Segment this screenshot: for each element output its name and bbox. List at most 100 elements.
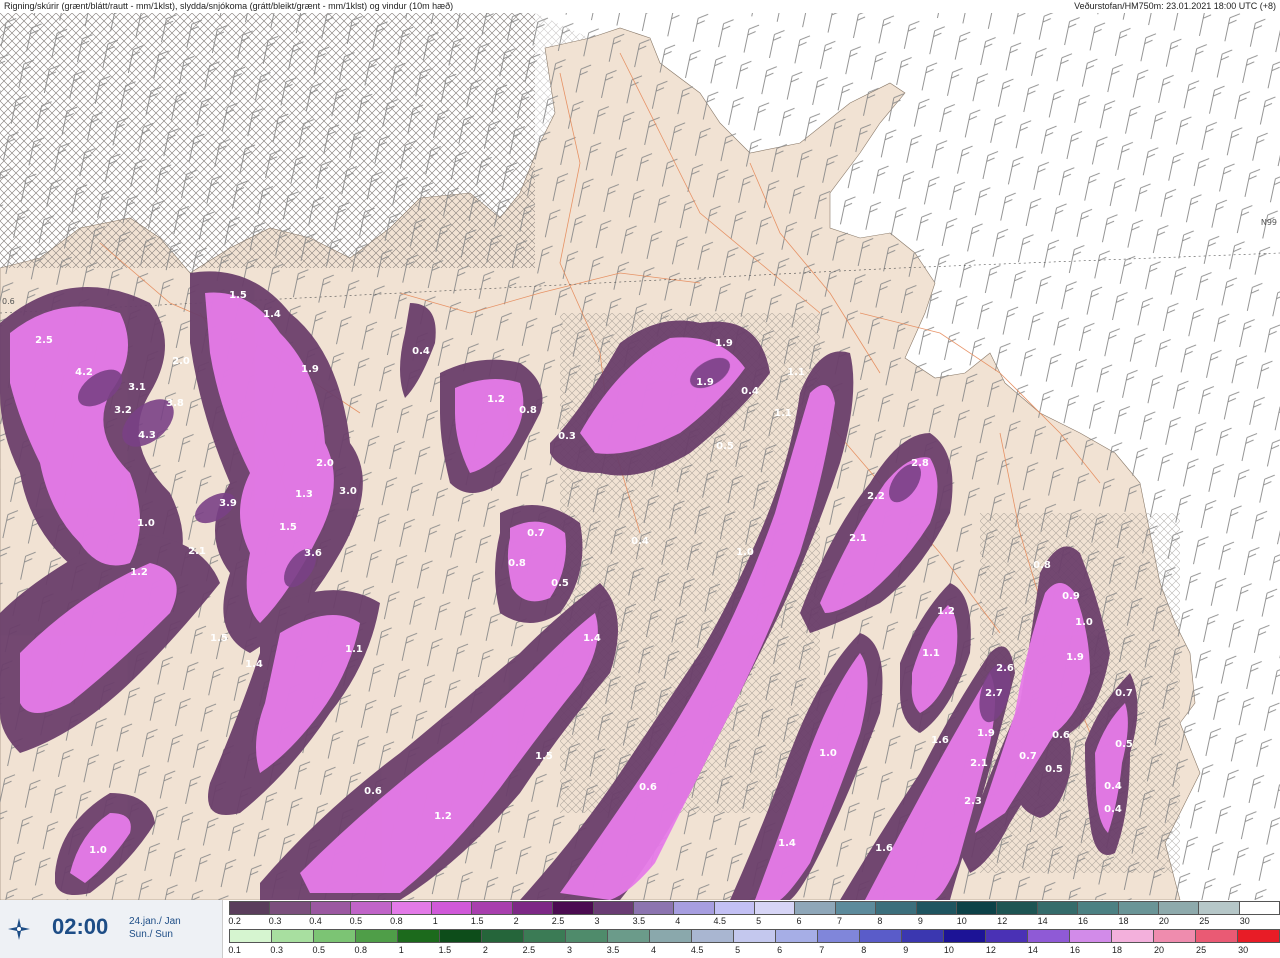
precip-value-label: 1.9	[696, 377, 714, 388]
date-line-2: Sun./ Sun	[129, 929, 173, 940]
scale-swatch	[795, 902, 836, 914]
scale-swatch	[431, 902, 473, 914]
scale-tick-label: 0.1	[228, 945, 241, 955]
scale-tick-label: 3.5	[632, 916, 646, 926]
scale-swatch	[310, 902, 352, 914]
scale-swatch	[512, 902, 554, 914]
scale-tick-label: 9	[903, 945, 909, 955]
precip-value-label: 1.4	[245, 659, 263, 670]
precip-value-label: 0.5	[1045, 764, 1063, 775]
precip-value-label: 1.9	[301, 364, 319, 375]
precip-value-label: 1.6	[875, 843, 893, 854]
precip-value-label: 0.5	[1115, 739, 1133, 750]
scale-tick-label: 5	[735, 945, 741, 955]
precip-value-label: 2.7	[985, 688, 1003, 699]
scale-tick-label: 20	[1158, 916, 1169, 926]
precip-value-label: 2.1	[188, 546, 206, 557]
precip-value-label: 1.6	[931, 735, 949, 746]
scale-tick-label: 0.5	[349, 916, 363, 926]
precip-value-label: 1.1	[922, 648, 940, 659]
scale-tick-label: 0.5	[312, 945, 325, 955]
forecast-time: 02:00	[52, 914, 109, 939]
precip-value-label: 0.8	[1033, 560, 1051, 571]
precip-value-label: 3.0	[339, 486, 357, 497]
scale-swatch	[986, 930, 1028, 942]
precip-value-label: 0.6	[1052, 730, 1070, 741]
scale-swatch	[997, 902, 1038, 914]
precip-value-label: 1.2	[487, 394, 505, 405]
edge-label-right: N99	[1260, 218, 1277, 227]
scale-tick-label: 1.5	[438, 945, 452, 955]
scale-tick-label: 5	[756, 916, 762, 926]
precip-value-label: 0.8	[519, 405, 537, 416]
precip-value-label: 2.0	[316, 458, 334, 469]
precip-value-label: 1.9	[715, 338, 733, 349]
scale-swatch	[714, 902, 756, 914]
precip-value-label: 1.1	[345, 644, 363, 655]
precip-value-label: 2.3	[964, 796, 982, 807]
scale-tick-label: 18	[1111, 945, 1122, 955]
scale-swatch	[1196, 930, 1238, 942]
scale-tick-label: 10	[956, 916, 967, 926]
precip-value-label: 0.4	[1104, 804, 1122, 815]
scale-tick-label: 25	[1199, 916, 1210, 926]
scale-swatch	[650, 930, 692, 942]
footer-bar: 02:00 24.jan./ Jan Sun./ Sun 0.2 0.3 0.4 0.…	[0, 900, 1280, 958]
scale-tick-label: 25	[1196, 945, 1207, 955]
scale-tick-label: 7	[819, 945, 825, 955]
precip-value-label: 3.1	[128, 382, 146, 393]
weather-map[interactable]: 2.5 4.2 3.1 3.8 3.2 4.3 2.0 1.5 1.4 1.9 3.9 2.0 3.0 1…	[0, 13, 1280, 900]
scale-swatch	[1070, 930, 1112, 942]
scale-tick-label: 12	[985, 945, 996, 955]
scale-swatch	[1037, 902, 1079, 914]
precip-value-label: 2.5	[35, 335, 53, 346]
precip-value-label: 1.1	[774, 408, 792, 419]
precip-value-label: 4.3	[138, 430, 156, 441]
precip-value-label: 0.5	[716, 441, 734, 452]
snow-scale-ticks: 0.2 0.3 0.4 0.5 0.8 1 1.5 2 2.5 3 3.5 4 4.5 5 6 7 8 9 10 12…	[228, 916, 1280, 928]
scale-tick-label: 16	[1069, 945, 1080, 955]
scale-tick-label: 2.5	[522, 945, 536, 955]
scale-swatch	[566, 930, 608, 942]
precip-value-label: 1.0	[89, 845, 107, 856]
precip-value-label: 1.0	[736, 547, 754, 558]
scale-swatch	[356, 930, 398, 942]
precip-value-label: 4.2	[75, 367, 93, 378]
scale-tick-label: 10	[943, 945, 954, 955]
scale-swatch	[391, 902, 432, 914]
scale-tick-label: 12	[997, 916, 1008, 926]
scale-swatch	[633, 902, 675, 914]
compass-star-icon[interactable]	[6, 916, 32, 942]
precip-value-label: 0.4	[1104, 781, 1122, 792]
scale-swatch	[734, 930, 776, 942]
precip-value-label: 1.2	[937, 606, 955, 617]
precip-value-label: 0.4	[741, 386, 759, 397]
precip-value-label: 1.0	[137, 518, 155, 529]
scale-tick-label: 8	[877, 916, 883, 926]
scale-swatch	[916, 902, 958, 914]
precip-value-label: 0.6	[364, 786, 382, 797]
scale-tick-label: 16	[1078, 916, 1089, 926]
precip-value-label: 1.5	[210, 633, 228, 644]
scale-tick-label: 0.2	[228, 916, 241, 926]
scale-swatch	[674, 902, 715, 914]
scale-tick-label: 4.5	[690, 945, 704, 955]
snow-color-scale	[229, 901, 1280, 915]
precip-value-label: 2.1	[970, 758, 988, 769]
scale-tick-label: 2.5	[551, 916, 565, 926]
scale-swatch	[608, 930, 650, 942]
precip-value-label: 1.9	[977, 728, 995, 739]
scale-tick-label: 3	[594, 916, 600, 926]
precip-value-label: 1.4	[778, 838, 796, 849]
precip-value-label: 0.7	[1019, 751, 1037, 762]
scale-swatch	[818, 930, 860, 942]
precip-value-label: 0.3	[558, 431, 576, 442]
scale-tick-label: 30	[1239, 916, 1250, 926]
scale-tick-label: 1.5	[470, 916, 484, 926]
precip-value-label: 1.4	[583, 633, 601, 644]
scale-swatch	[902, 930, 944, 942]
precip-value-label: 2.8	[911, 458, 929, 469]
scale-tick-label: 4	[675, 916, 681, 926]
precip-value-label: 2.6	[996, 663, 1014, 674]
scale-tick-label: 4.5	[713, 916, 726, 926]
